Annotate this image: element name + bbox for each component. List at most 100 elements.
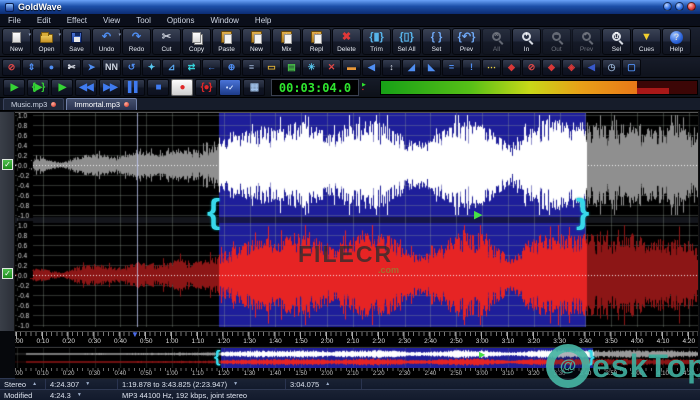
stop-button[interactable]: ■ xyxy=(147,79,169,96)
effect-shift-left-button[interactable]: ← xyxy=(202,58,221,76)
status-total-length[interactable]: 4:24.3 ▼ xyxy=(46,390,118,400)
effect-icon: ◈ xyxy=(568,62,575,72)
tab-music-mp3[interactable]: Music.mp3 xyxy=(3,98,65,110)
effect-equalizer-button[interactable]: ▤ xyxy=(282,58,301,76)
toolbar-open-button[interactable]: Open ▾ xyxy=(32,28,61,55)
effect-exchange-button[interactable]: ⇄ xyxy=(182,58,201,76)
effect-reverse-button[interactable]: ↺ xyxy=(122,58,141,76)
toolbar-cues-button[interactable]: ▼ Cues xyxy=(632,28,661,55)
ruler-label: 2:30 xyxy=(398,338,411,345)
menu-item[interactable]: File xyxy=(0,14,29,27)
toolbar-button-icon: ✂ xyxy=(162,30,171,44)
monitor-button[interactable]: ▦ xyxy=(243,79,265,96)
effect-speaker-left-button[interactable]: ◀ xyxy=(362,58,381,76)
tab-immortal-mp3[interactable]: Immortal.mp3 xyxy=(66,98,138,110)
overview-strip[interactable] xyxy=(15,347,698,368)
right-channel-checkbox[interactable]: ✓ xyxy=(2,268,13,279)
play-button[interactable]: ▶ xyxy=(3,79,25,96)
toolbar-delete-button[interactable]: ✖ Delete xyxy=(332,28,361,55)
toolbar-save-button[interactable]: Save xyxy=(62,28,91,55)
effect-dynamics-button[interactable]: ● xyxy=(42,58,61,76)
record-mode-button[interactable]: •✓ xyxy=(219,79,241,96)
toolbar-sel-all-button[interactable]: {▯} Sel All xyxy=(392,28,421,55)
app-icon xyxy=(5,2,14,12)
toolbar-prev-button[interactable]: {↶} Prev xyxy=(452,28,481,55)
status-position[interactable]: 3:04.075 ▲ xyxy=(286,379,362,389)
toolbar-redo-button[interactable]: ↷ Redo xyxy=(122,28,151,55)
status-length[interactable]: 4:24.307 ▼ xyxy=(46,379,118,389)
menu-item[interactable]: Window xyxy=(202,14,246,27)
toolbar-all-button[interactable]: ✕ All xyxy=(482,28,511,55)
record-button[interactable]: ● xyxy=(171,79,193,96)
effect-spectrum-button[interactable]: ▬ xyxy=(342,58,361,76)
rewind-button[interactable]: ◀◀ xyxy=(75,79,97,96)
effect-silence-button[interactable]: ✄ xyxy=(62,58,81,76)
left-channel-checkbox[interactable]: ✓ xyxy=(2,159,13,170)
effect-fade-in-button[interactable]: ◢ xyxy=(402,58,421,76)
effect-timer-button[interactable]: ◷ xyxy=(602,58,621,76)
menu-item[interactable]: Options xyxy=(159,14,203,27)
close-button[interactable] xyxy=(687,2,696,11)
toolbar-out-button[interactable]: − Out xyxy=(542,28,571,55)
menu-item[interactable]: Effect xyxy=(59,14,95,27)
menu-item[interactable]: Tool xyxy=(128,14,159,27)
effect-doppler-button[interactable]: ⇕ xyxy=(22,58,41,76)
effect-disable-button[interactable]: ⊘ xyxy=(2,58,21,76)
effect-fade-out-button[interactable]: ◣ xyxy=(422,58,441,76)
effect-pitch-button[interactable]: ➤ xyxy=(82,58,101,76)
time-ruler[interactable]: 0:00 0:10 0:20 0:30 0:40 0:50 1:00 1:10 1:20 1:30… xyxy=(15,331,698,346)
overview-canvas[interactable] xyxy=(15,348,698,368)
pause-button[interactable]: ▌▌ xyxy=(123,79,145,96)
minimize-button[interactable] xyxy=(663,2,672,11)
effect-interpolate-button[interactable]: ✳ xyxy=(302,58,321,76)
toolbar-copy-button[interactable]: Copy xyxy=(182,28,211,55)
menu-item[interactable]: Help xyxy=(247,14,279,27)
toolbar-set-button[interactable]: { } Set xyxy=(422,28,451,55)
effect-mechanize-button[interactable]: ✦ xyxy=(142,58,161,76)
waveform-plot[interactable] xyxy=(14,111,699,332)
toolbar-in-button[interactable]: + In xyxy=(512,28,541,55)
maximize-button[interactable] xyxy=(675,2,684,11)
toolbar-new-button[interactable]: New ▾ xyxy=(2,28,31,55)
effect-feedback-button[interactable]: ▢ xyxy=(622,58,641,76)
toolbar-trim-button[interactable]: {▮} Trim xyxy=(362,28,391,55)
play-selection-button[interactable]: {▶} xyxy=(27,79,49,96)
effect-control-button[interactable]: ◀ xyxy=(582,58,601,76)
effect-parametric-eq-button[interactable]: ▭ xyxy=(262,58,281,76)
toolbar-sel-button[interactable]: {} Sel xyxy=(602,28,631,55)
effect-device-button[interactable]: ◆ xyxy=(502,58,521,76)
status-selection[interactable]: 1:19.878 to 3:43.825 (2:23.947) ▼ xyxy=(118,379,286,389)
toolbar-new-button[interactable]: ▫ New xyxy=(242,28,271,55)
effect-pan-button[interactable]: ⊕ xyxy=(222,58,241,76)
effect-maximize-button[interactable]: ! xyxy=(462,58,481,76)
effect-properties-button[interactable]: ◈ xyxy=(562,58,581,76)
title-bar[interactable]: GoldWave xyxy=(0,0,700,14)
effect-volume-button[interactable]: ↕ xyxy=(382,58,401,76)
effect-mute-button[interactable]: ⊘ xyxy=(522,58,541,76)
effect-offset-button[interactable]: ⊿ xyxy=(162,58,181,76)
menu-item[interactable]: Edit xyxy=(29,14,59,27)
menu-item[interactable]: View xyxy=(95,14,128,27)
effect-filter-button[interactable]: ≡ xyxy=(242,58,261,76)
effect-icon: ◣ xyxy=(428,62,435,72)
effect-noise-reduction-button[interactable]: NN xyxy=(102,58,121,76)
effect-cue-point-button[interactable]: ◆ xyxy=(542,58,561,76)
toolbar-help-button[interactable]: ? Help xyxy=(662,28,691,55)
transport-button-icon: ▶ xyxy=(10,82,19,93)
fast-forward-button[interactable]: ▶▶ xyxy=(99,79,121,96)
ruler-label: 2:20 xyxy=(372,338,386,345)
toolbar-prev-button[interactable]: ↶ Prev xyxy=(572,28,601,55)
toolbar-button-icon xyxy=(12,30,21,44)
effect-match-volume-button[interactable]: = xyxy=(442,58,461,76)
play-all-button[interactable]: ▶ xyxy=(51,79,73,96)
waveform-canvas[interactable] xyxy=(15,113,698,332)
toolbar-undo-button[interactable]: ↶ Undo ▾ xyxy=(92,28,121,55)
record-selection-button[interactable]: {●} xyxy=(195,79,217,96)
toolbar-paste-button[interactable]: Paste xyxy=(212,28,241,55)
toolbar-repl-button[interactable]: ✕ Repl xyxy=(302,28,331,55)
toolbar-mix-button[interactable]: + Mix xyxy=(272,28,301,55)
status-channels[interactable]: Stereo ▲ xyxy=(0,379,46,389)
effect-remove-button[interactable]: ✕ xyxy=(322,58,341,76)
effect-shape-button[interactable]: ⋯ xyxy=(482,58,501,76)
toolbar-cut-button[interactable]: ✂ Cut xyxy=(152,28,181,55)
